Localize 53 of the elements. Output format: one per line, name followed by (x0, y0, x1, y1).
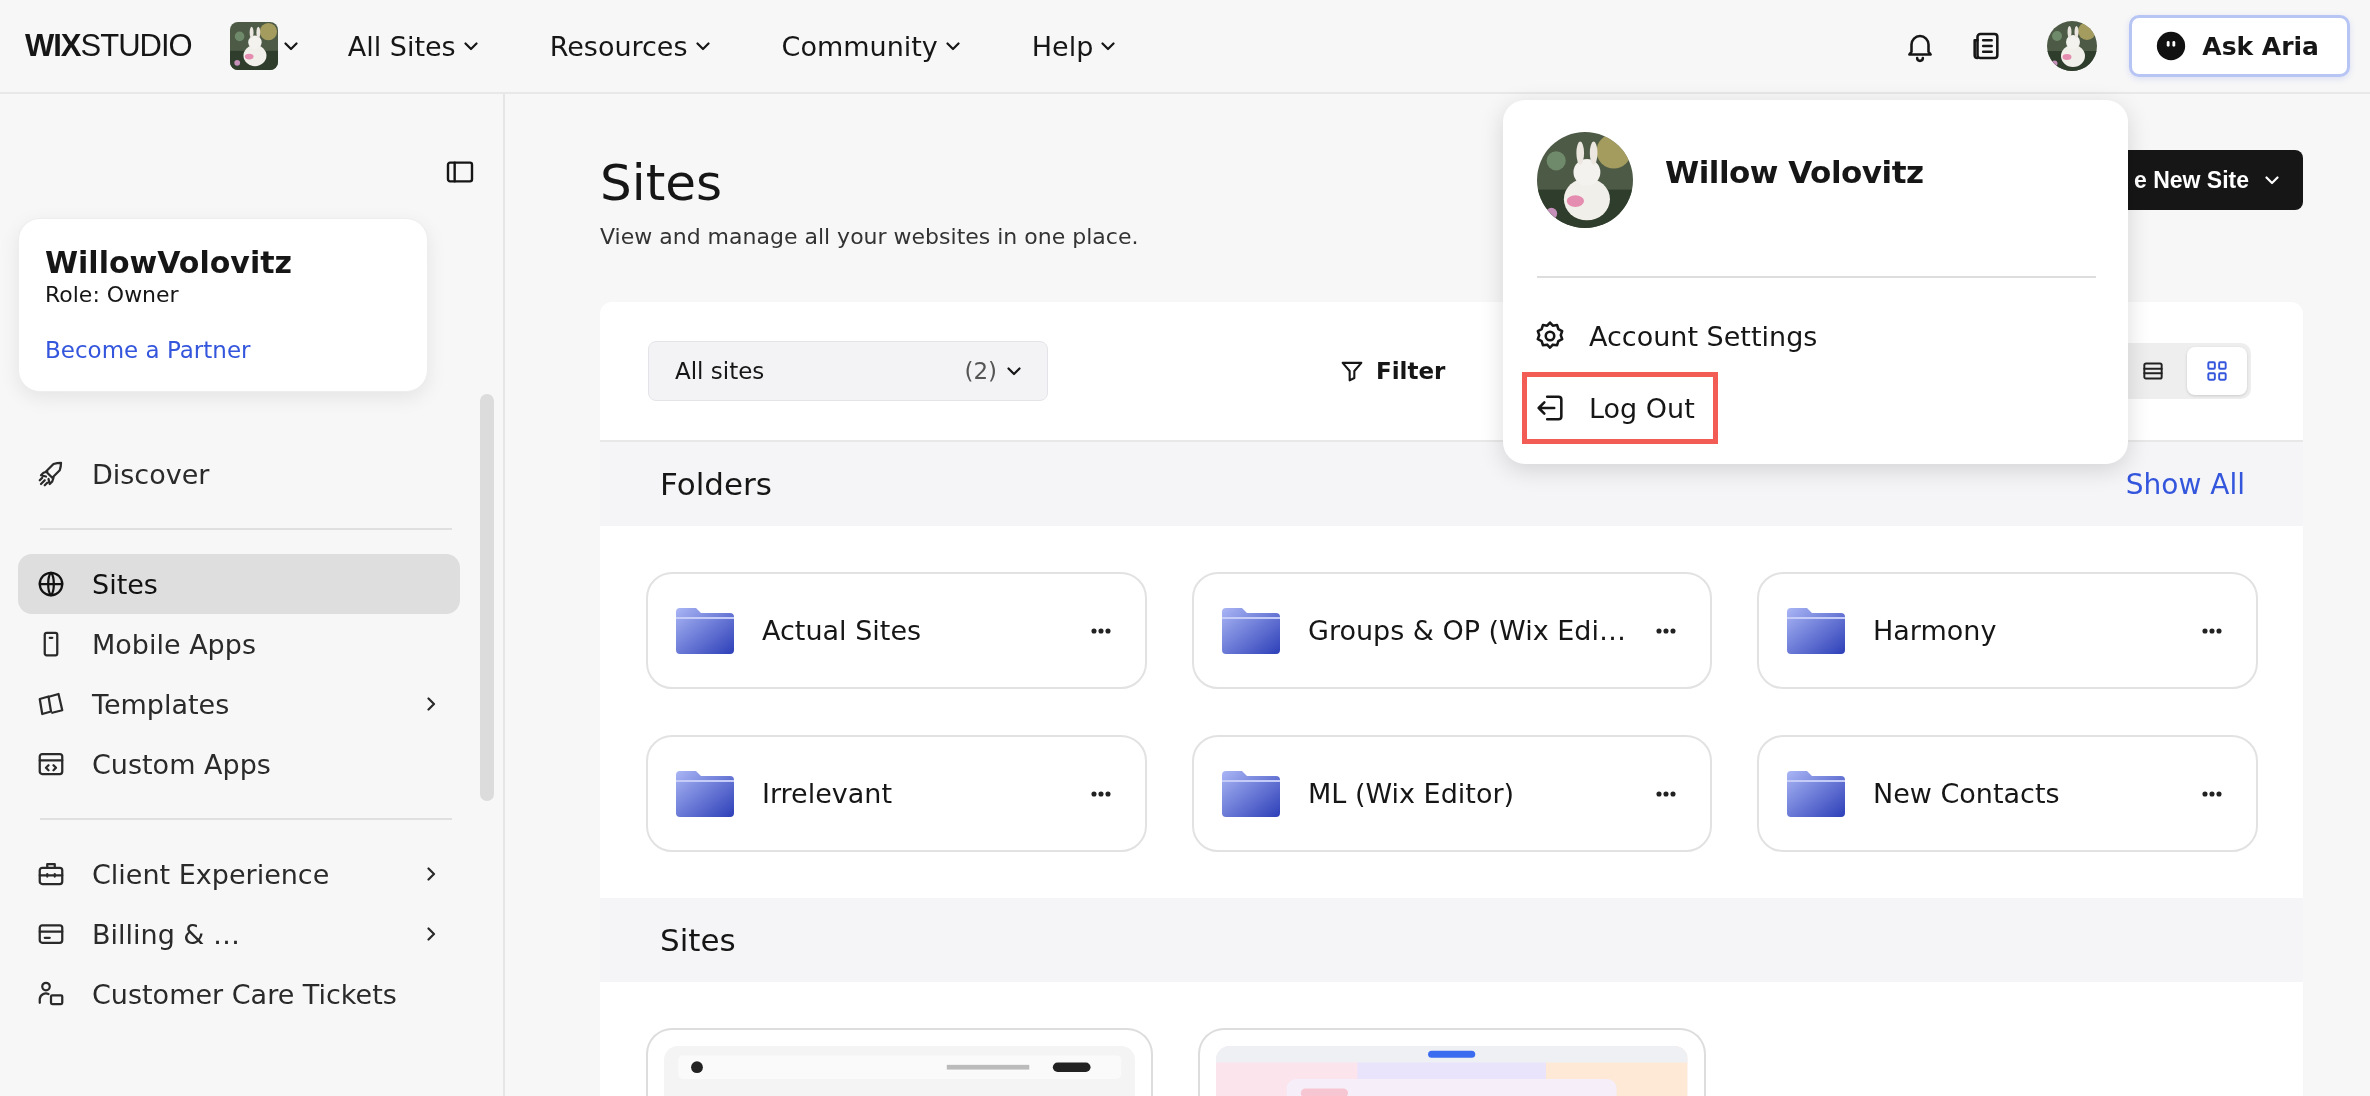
folder-card[interactable]: Irrelevant (646, 735, 1147, 852)
nav-menu[interactable]: Community (781, 30, 960, 62)
nav-menu[interactable]: All Sites (347, 30, 478, 62)
folder-icon (674, 605, 736, 656)
sidebar-item[interactable]: Sites (18, 554, 460, 614)
folder-card[interactable]: ML (Wix Editor) (1192, 735, 1712, 852)
section-title: Folders (660, 466, 772, 502)
folder-icon (1785, 768, 1847, 819)
sidebar-item[interactable]: Custom Apps (18, 734, 460, 794)
sidebar-item[interactable]: Customer Care Tickets (18, 964, 460, 1024)
account-role: Role: Owner (45, 282, 180, 307)
partner-link[interactable]: Become a Partner (45, 337, 251, 363)
caret-icon (283, 41, 298, 51)
sidebar-item[interactable]: Mobile Apps (18, 614, 460, 674)
sidebar-item[interactable]: Templates (18, 674, 460, 734)
logo[interactable]: WIXSTUDIO (25, 28, 192, 64)
menu-item[interactable]: Log Out (1522, 372, 1718, 444)
user-name: Willow Volovitz (1665, 154, 1924, 190)
caret-icon (2265, 175, 2279, 185)
ask-button[interactable]: Ask Aria (2129, 15, 2350, 77)
folder-icon (1220, 605, 1282, 656)
nav-menu[interactable]: Resources (549, 30, 710, 62)
scrollbar[interactable] (480, 394, 494, 801)
folder-card[interactable]: New Contacts (1757, 735, 2258, 852)
create-site-button[interactable]: e New Site (2125, 150, 2303, 210)
folder-card[interactable]: Harmony (1757, 572, 2258, 689)
sidebar-item[interactable]: Discover (18, 444, 460, 504)
caret-icon (1101, 41, 1116, 51)
grid-icon (2204, 358, 2230, 384)
site-switcher[interactable] (229, 22, 298, 70)
avatar[interactable] (2047, 21, 2098, 71)
show-all-link[interactable]: Show All (2125, 467, 2245, 501)
view-button[interactable] (2187, 347, 2247, 395)
caret-icon (1007, 366, 1021, 376)
folder-icon (674, 768, 736, 819)
menu-item[interactable]: Account Settings (1522, 300, 1841, 372)
section-title: Sites (660, 922, 736, 958)
folder-card[interactable]: Groups & OP (Wix Edi… (1192, 572, 1712, 689)
folder-icon (1785, 605, 1847, 656)
caret-icon (695, 41, 710, 51)
globe-icon (36, 569, 66, 599)
account-name: WillowVolovitz (45, 245, 293, 280)
page-title: Sites (600, 154, 724, 212)
caret-icon (463, 41, 478, 51)
nav-menu[interactable]: Help (1031, 30, 1116, 62)
caret-icon (945, 41, 960, 51)
page-subtitle: View and manage all your websites in one place. (600, 224, 1139, 249)
folder-icon (1220, 768, 1282, 819)
folder-card[interactable]: Actual Sites (646, 572, 1147, 689)
site-filter-dropdown[interactable]: All sites (2) (648, 341, 1048, 401)
filter-button[interactable]: Filter (1338, 357, 1446, 385)
sidebar-item[interactable]: Billing & … (18, 904, 460, 964)
sidebar-item[interactable]: Client Experience (18, 844, 460, 904)
